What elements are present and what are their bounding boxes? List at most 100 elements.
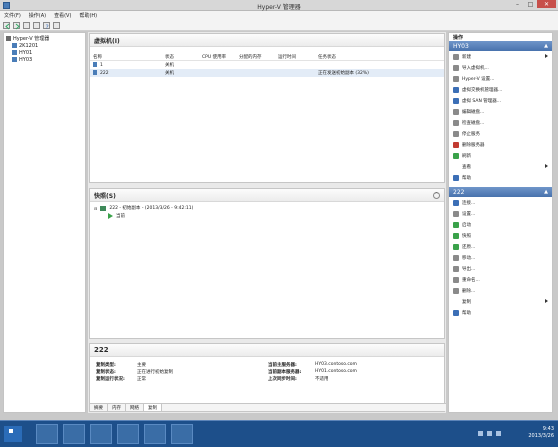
action-label: 编辑磁盘... bbox=[462, 109, 485, 115]
action-label: Hyper-V 设置... bbox=[462, 76, 495, 82]
minimize-button[interactable]: – bbox=[511, 0, 524, 8]
tab-summary[interactable]: 摘要 bbox=[90, 404, 108, 411]
system-tray bbox=[478, 431, 501, 436]
actions-group-hy03[interactable]: HY03 ▲ bbox=[449, 41, 552, 51]
clock[interactable]: 9:43 2013/3/26 bbox=[528, 426, 554, 440]
action-inspect-disk[interactable]: 检查磁盘... bbox=[449, 117, 552, 128]
collapse-icon[interactable]: ▲ bbox=[544, 189, 548, 195]
vm-name: 1 bbox=[100, 63, 103, 68]
action-hyperv-settings[interactable]: Hyper-V 设置... bbox=[449, 73, 552, 84]
up-level-button[interactable] bbox=[23, 21, 30, 29]
col-memory[interactable]: 分配的内存 bbox=[236, 54, 275, 60]
action-virtual-switch-manager[interactable]: 虚拟交换机管理器... bbox=[449, 84, 552, 95]
menu-help[interactable]: 帮助(H) bbox=[79, 12, 97, 19]
volume-icon[interactable] bbox=[496, 431, 501, 436]
action-stop-service[interactable]: 停止服务 bbox=[449, 128, 552, 139]
action-remove-server[interactable]: 删除服务器 bbox=[449, 139, 552, 150]
taskbar-remote-desktop-button[interactable] bbox=[144, 424, 166, 444]
col-cpu[interactable]: CPU 使用率 bbox=[199, 54, 236, 60]
tree-item-hy03[interactable]: HY03 bbox=[4, 56, 85, 63]
col-uptime[interactable]: 运行时间 bbox=[275, 54, 315, 60]
action-rename[interactable]: 重命名... bbox=[449, 274, 552, 285]
last-sync-label: 上次同步时间: bbox=[268, 377, 297, 382]
actions-pane: 操作 HY03 ▲ 新建 导入虚拟机... Hyper-V 设置... 虚拟交换… bbox=[448, 32, 553, 413]
tree-minus-icon[interactable]: ⊟ bbox=[94, 206, 97, 211]
maximize-button[interactable]: □ bbox=[524, 0, 537, 8]
tree-item-hy01[interactable]: HY01 bbox=[4, 49, 85, 56]
help-icon bbox=[453, 309, 459, 316]
taskbar-folder-button[interactable] bbox=[117, 424, 139, 444]
san-icon bbox=[453, 97, 459, 104]
switch-icon bbox=[453, 86, 459, 93]
menu-file[interactable]: 文件(F) bbox=[4, 12, 21, 19]
action-new[interactable]: 新建 bbox=[449, 51, 552, 62]
play-icon bbox=[108, 213, 113, 219]
move-icon bbox=[453, 254, 459, 261]
action-move[interactable]: 移动... bbox=[449, 252, 552, 263]
current-state-item[interactable]: 当前 bbox=[90, 212, 444, 220]
action-virtual-san-manager[interactable]: 虚拟 SAN 管理器... bbox=[449, 95, 552, 106]
tree-root-hyperv-manager[interactable]: Hyper-V 管理器 bbox=[4, 35, 85, 42]
col-state[interactable]: 状态 bbox=[162, 54, 199, 60]
vm-grid-header: 名称 状态 CPU 使用率 分配的内存 运行时间 任务状态 bbox=[90, 53, 444, 61]
taskbar-hyperv-manager-button[interactable] bbox=[171, 424, 193, 444]
table-row[interactable]: 222 关机 正在发送初始副本 (32%) bbox=[90, 69, 444, 77]
start-button[interactable] bbox=[4, 426, 22, 442]
tab-memory[interactable]: 内存 bbox=[108, 404, 126, 411]
virtual-machines-pane: 虚拟机(I) 名称 状态 CPU 使用率 分配的内存 运行时间 任务状态 1 关… bbox=[89, 33, 445, 183]
snapshot-item[interactable]: ⊟ 222 - 初始副本 - (2013/3/26 - 9:42:11) bbox=[90, 204, 444, 212]
back-button[interactable] bbox=[3, 21, 10, 29]
tab-replication[interactable]: 复制 bbox=[144, 404, 162, 411]
action-import-vm[interactable]: 导入虚拟机... bbox=[449, 62, 552, 73]
taskbar-explorer-button[interactable] bbox=[63, 424, 85, 444]
forward-button[interactable] bbox=[13, 21, 20, 29]
tree-item-2k1201[interactable]: 2K1201 bbox=[4, 42, 85, 49]
action-label: 查看 bbox=[462, 164, 471, 170]
action-label: 刷新 bbox=[462, 153, 471, 159]
action-label: 复制 bbox=[462, 299, 471, 305]
collapse-icon[interactable]: ▲ bbox=[544, 43, 548, 49]
show-hide-tree-button[interactable] bbox=[33, 21, 40, 29]
navigation-tree: Hyper-V 管理器 2K1201 HY01 HY03 bbox=[3, 32, 86, 413]
action-edit-disk[interactable]: 编辑磁盘... bbox=[449, 106, 552, 117]
col-name[interactable]: 名称 bbox=[90, 54, 162, 60]
snapshot-icon bbox=[453, 232, 459, 239]
show-actions-pane-button[interactable] bbox=[53, 21, 60, 29]
refresh-icon bbox=[453, 152, 459, 159]
menu-action[interactable]: 操作(A) bbox=[29, 12, 46, 19]
toolbar: ? bbox=[0, 20, 558, 31]
actions-group-222[interactable]: 222 ▲ bbox=[449, 187, 552, 197]
action-help-vm[interactable]: 帮助 bbox=[449, 307, 552, 318]
taskbar-powershell-button[interactable] bbox=[36, 424, 58, 444]
action-label: 虚拟交换机管理器... bbox=[462, 87, 503, 93]
action-help[interactable]: 帮助 bbox=[449, 172, 552, 183]
col-status[interactable]: 任务状态 bbox=[315, 54, 443, 60]
svg-text:?: ? bbox=[46, 24, 49, 30]
action-start[interactable]: 启动 bbox=[449, 219, 552, 230]
action-settings[interactable]: 设置... bbox=[449, 208, 552, 219]
action-export[interactable]: 导出... bbox=[449, 263, 552, 274]
help-button[interactable]: ? bbox=[43, 21, 50, 30]
collapse-icon[interactable]: ⌃ bbox=[433, 191, 440, 199]
action-refresh[interactable]: 刷新 bbox=[449, 150, 552, 161]
flag-icon[interactable] bbox=[478, 431, 483, 436]
actions-title: 操作 bbox=[453, 34, 464, 41]
action-connect[interactable]: 连接... bbox=[449, 197, 552, 208]
action-replication[interactable]: 复制 bbox=[449, 296, 552, 307]
submenu-arrow-icon bbox=[545, 299, 548, 303]
snapshot-label: 222 - 初始副本 - (2013/3/26 - 9:42:11) bbox=[109, 206, 194, 211]
replication-state-label: 复制状态: bbox=[96, 370, 116, 375]
table-row[interactable]: 1 关机 bbox=[90, 61, 444, 69]
taskbar-server-manager-button[interactable] bbox=[90, 424, 112, 444]
action-label: 重命名... bbox=[462, 277, 480, 283]
action-delete[interactable]: 删除... bbox=[449, 285, 552, 296]
menu-view[interactable]: 查看(V) bbox=[54, 12, 71, 19]
tab-network[interactable]: 网络 bbox=[126, 404, 144, 411]
view-icon bbox=[453, 164, 459, 170]
close-button[interactable]: ✕ bbox=[537, 0, 556, 8]
action-snapshot[interactable]: 快照 bbox=[449, 230, 552, 241]
network-icon[interactable] bbox=[487, 431, 492, 436]
remove-icon bbox=[453, 141, 459, 148]
action-view[interactable]: 查看 bbox=[449, 161, 552, 172]
action-revert[interactable]: 还原... bbox=[449, 241, 552, 252]
